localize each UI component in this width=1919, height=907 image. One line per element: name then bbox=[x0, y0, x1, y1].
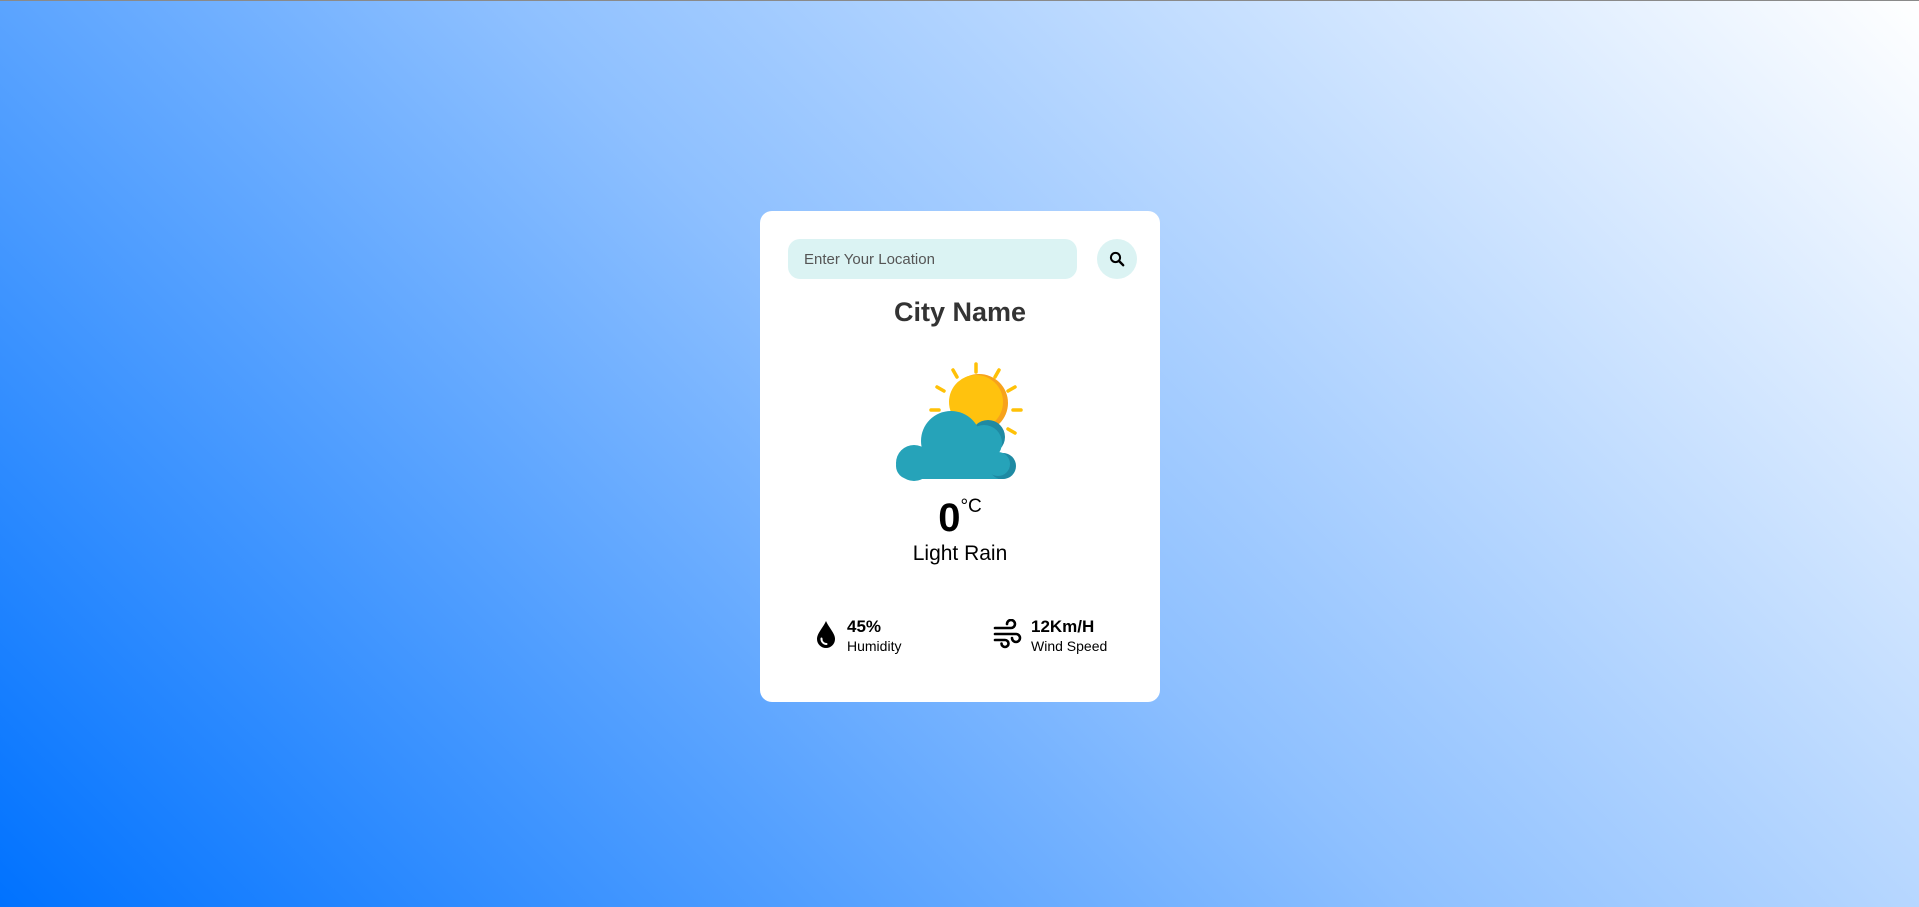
humidity-value: 45% bbox=[847, 617, 882, 636]
temperature-unit: °C bbox=[960, 496, 982, 517]
window-top-border bbox=[0, 0, 1919, 1]
temperature-value: 0 bbox=[938, 496, 961, 540]
temperature: 0°C bbox=[760, 496, 1160, 541]
weather-card: City Name 0°C Light Rain bbox=[760, 211, 1160, 702]
search-bar bbox=[788, 239, 1138, 279]
weather-condition: Light Rain bbox=[912, 542, 1008, 565]
humidity-detail: 45% Humidity bbox=[815, 615, 955, 659]
water-drop-icon bbox=[817, 621, 835, 648]
wind-speed-detail: 12Km/H Wind Speed bbox=[992, 615, 1142, 659]
wind-speed-label: Wind Speed bbox=[1031, 638, 1108, 654]
search-button[interactable] bbox=[1097, 239, 1137, 279]
humidity-label: Humidity bbox=[847, 638, 902, 654]
sun-behind-cloud-icon bbox=[896, 362, 1023, 481]
location-search-input[interactable] bbox=[788, 239, 1077, 279]
search-icon bbox=[1109, 251, 1125, 267]
wind-icon bbox=[993, 619, 1022, 649]
wind-speed-value: 12Km/H bbox=[1031, 617, 1095, 636]
city-name: City Name bbox=[893, 297, 1027, 327]
